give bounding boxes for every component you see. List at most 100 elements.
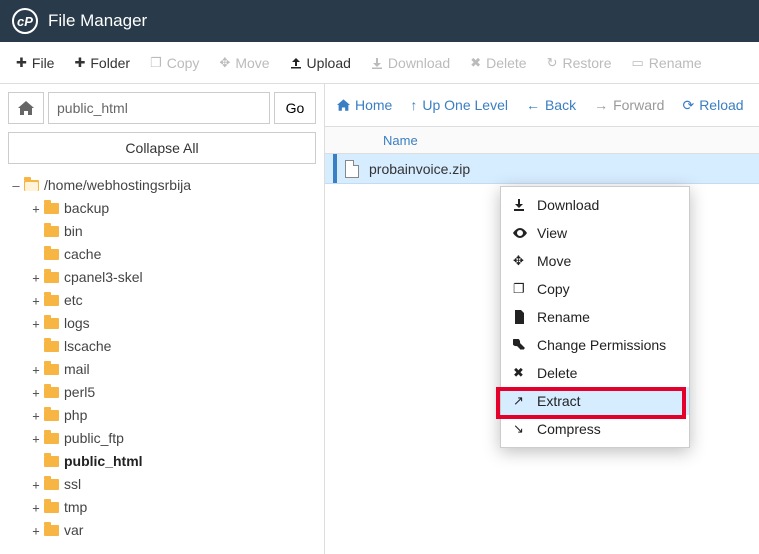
nav-forward-button[interactable]: → Forward	[594, 97, 664, 113]
home-icon	[337, 99, 350, 111]
context-menu-label: Rename	[537, 309, 590, 325]
folder-icon	[44, 318, 59, 329]
context-menu-delete[interactable]: ✖Delete	[501, 359, 689, 387]
tree-toggle[interactable]: +	[30, 476, 42, 494]
folder-icon	[44, 456, 59, 467]
tree-node-label[interactable]: ssl	[64, 474, 81, 495]
tree-node-label[interactable]: logs	[64, 313, 90, 334]
tree-node-label[interactable]: php	[64, 405, 87, 426]
main-toolbar: ✚ File ✚ Folder ❐ Copy ✥ Move Upload Dow…	[0, 42, 759, 84]
extract-icon: ↗	[513, 393, 531, 409]
context-menu-label: Copy	[537, 281, 570, 297]
reload-icon: ⟳	[682, 97, 694, 114]
upload-icon	[290, 57, 302, 69]
tree-node-label[interactable]: var	[64, 520, 83, 541]
download-icon	[513, 199, 531, 211]
context-menu-change-permissions[interactable]: Change Permissions	[501, 331, 689, 359]
context-menu-download[interactable]: Download	[501, 191, 689, 219]
toolbar-label: Delete	[486, 55, 526, 71]
folder-tree: – /home/webhostingsrbija + backup + bin + cac…	[8, 174, 316, 546]
tree-toggle[interactable]: +	[30, 430, 42, 448]
tree-node-label[interactable]: etc	[64, 290, 83, 311]
tree-toggle[interactable]: +	[30, 269, 42, 287]
selection-indicator	[333, 154, 337, 183]
tree-toggle[interactable]: +	[30, 315, 42, 333]
nav-back-button[interactable]: ← Back	[526, 97, 576, 113]
context-menu-copy[interactable]: ❐Copy	[501, 275, 689, 303]
path-input[interactable]	[48, 92, 270, 124]
toolbar-label: Upload	[307, 55, 351, 71]
context-menu-label: Move	[537, 253, 571, 269]
tree-node-label[interactable]: tmp	[64, 497, 87, 518]
folder-icon	[44, 502, 59, 513]
tree-node-label[interactable]: mail	[64, 359, 90, 380]
tree-toggle[interactable]: +	[30, 361, 42, 379]
toolbar-label: Rename	[649, 55, 702, 71]
compress-icon: ↘	[513, 421, 531, 437]
go-button[interactable]: Go	[274, 92, 316, 124]
folder-button[interactable]: ✚ Folder	[64, 42, 140, 83]
move-button[interactable]: ✥ Move	[209, 42, 279, 83]
tree-toggle[interactable]: +	[30, 499, 42, 517]
context-menu-label: View	[537, 225, 567, 241]
tree-toggle[interactable]: +	[30, 200, 42, 218]
move-icon: ✥	[513, 253, 531, 269]
context-menu-move[interactable]: ✥ Move	[501, 247, 689, 275]
file-name: probainvoice.zip	[369, 161, 470, 177]
nav-label: Back	[545, 97, 576, 113]
folder-icon	[44, 203, 59, 214]
tree-node-label[interactable]: bin	[64, 221, 83, 242]
nav-label: Home	[355, 97, 392, 113]
column-header-name[interactable]: Name	[325, 126, 759, 154]
restore-icon: ↻	[547, 55, 558, 71]
folder-icon	[44, 387, 59, 398]
home-button[interactable]	[8, 92, 44, 124]
tree-toggle[interactable]: +	[30, 407, 42, 425]
collapse-all-button[interactable]: Collapse All	[8, 132, 316, 164]
tree-node-label[interactable]: perl5	[64, 382, 95, 403]
context-menu-compress[interactable]: ↘Compress	[501, 415, 689, 443]
file-row[interactable]: probainvoice.zip	[325, 154, 759, 184]
restore-button[interactable]: ↻ Restore	[537, 42, 622, 83]
upload-button[interactable]: Upload	[280, 42, 361, 83]
tree-root-label[interactable]: /home/webhostingsrbija	[44, 175, 191, 196]
context-menu-extract[interactable]: ↗Extract	[501, 387, 689, 415]
toolbar-label: File	[32, 55, 55, 71]
tree-node-label[interactable]: cpanel3-skel	[64, 267, 143, 288]
nav-home-button[interactable]: Home	[337, 97, 392, 113]
home-icon	[18, 101, 34, 115]
download-icon	[371, 57, 383, 69]
cpanel-logo: cP	[12, 8, 38, 34]
toolbar-label: Download	[388, 55, 450, 71]
copy-button[interactable]: ❐ Copy	[140, 42, 209, 83]
folder-icon	[44, 525, 59, 536]
delete-button[interactable]: ✖ Delete	[460, 42, 536, 83]
nav-label: Reload	[699, 97, 743, 113]
download-button[interactable]: Download	[361, 42, 460, 83]
tree-node-label[interactable]: cache	[64, 244, 101, 265]
tree-node-label[interactable]: public_html	[64, 451, 143, 472]
file-button[interactable]: ✚ File	[6, 42, 64, 83]
folder-icon	[44, 479, 59, 490]
context-menu-view[interactable]: View	[501, 219, 689, 247]
rename-button[interactable]: ▭ Rename	[622, 42, 712, 83]
plus-icon: ✚	[74, 55, 85, 71]
context-menu-label: Delete	[537, 365, 577, 381]
app-header: cP File Manager	[0, 0, 759, 42]
nav-reload-button[interactable]: ⟳ Reload	[682, 97, 743, 114]
tree-node-label[interactable]: public_ftp	[64, 428, 124, 449]
tree-toggle[interactable]: +	[30, 522, 42, 540]
tree-toggle[interactable]: +	[30, 292, 42, 310]
left-arrow-icon: ←	[526, 97, 540, 113]
tree-toggle[interactable]: –	[10, 177, 22, 195]
folder-open-icon	[24, 180, 39, 191]
context-menu-rename[interactable]: Rename	[501, 303, 689, 331]
toolbar-label: Restore	[562, 55, 611, 71]
toolbar-label: Copy	[167, 55, 200, 71]
nav-up-button[interactable]: ↑ Up One Level	[410, 97, 508, 113]
tree-node-label[interactable]: backup	[64, 198, 109, 219]
change-permissions-icon	[513, 339, 531, 351]
tree-toggle[interactable]: +	[30, 384, 42, 402]
tree-node-label[interactable]: lscache	[64, 336, 111, 357]
view-icon	[513, 228, 531, 238]
